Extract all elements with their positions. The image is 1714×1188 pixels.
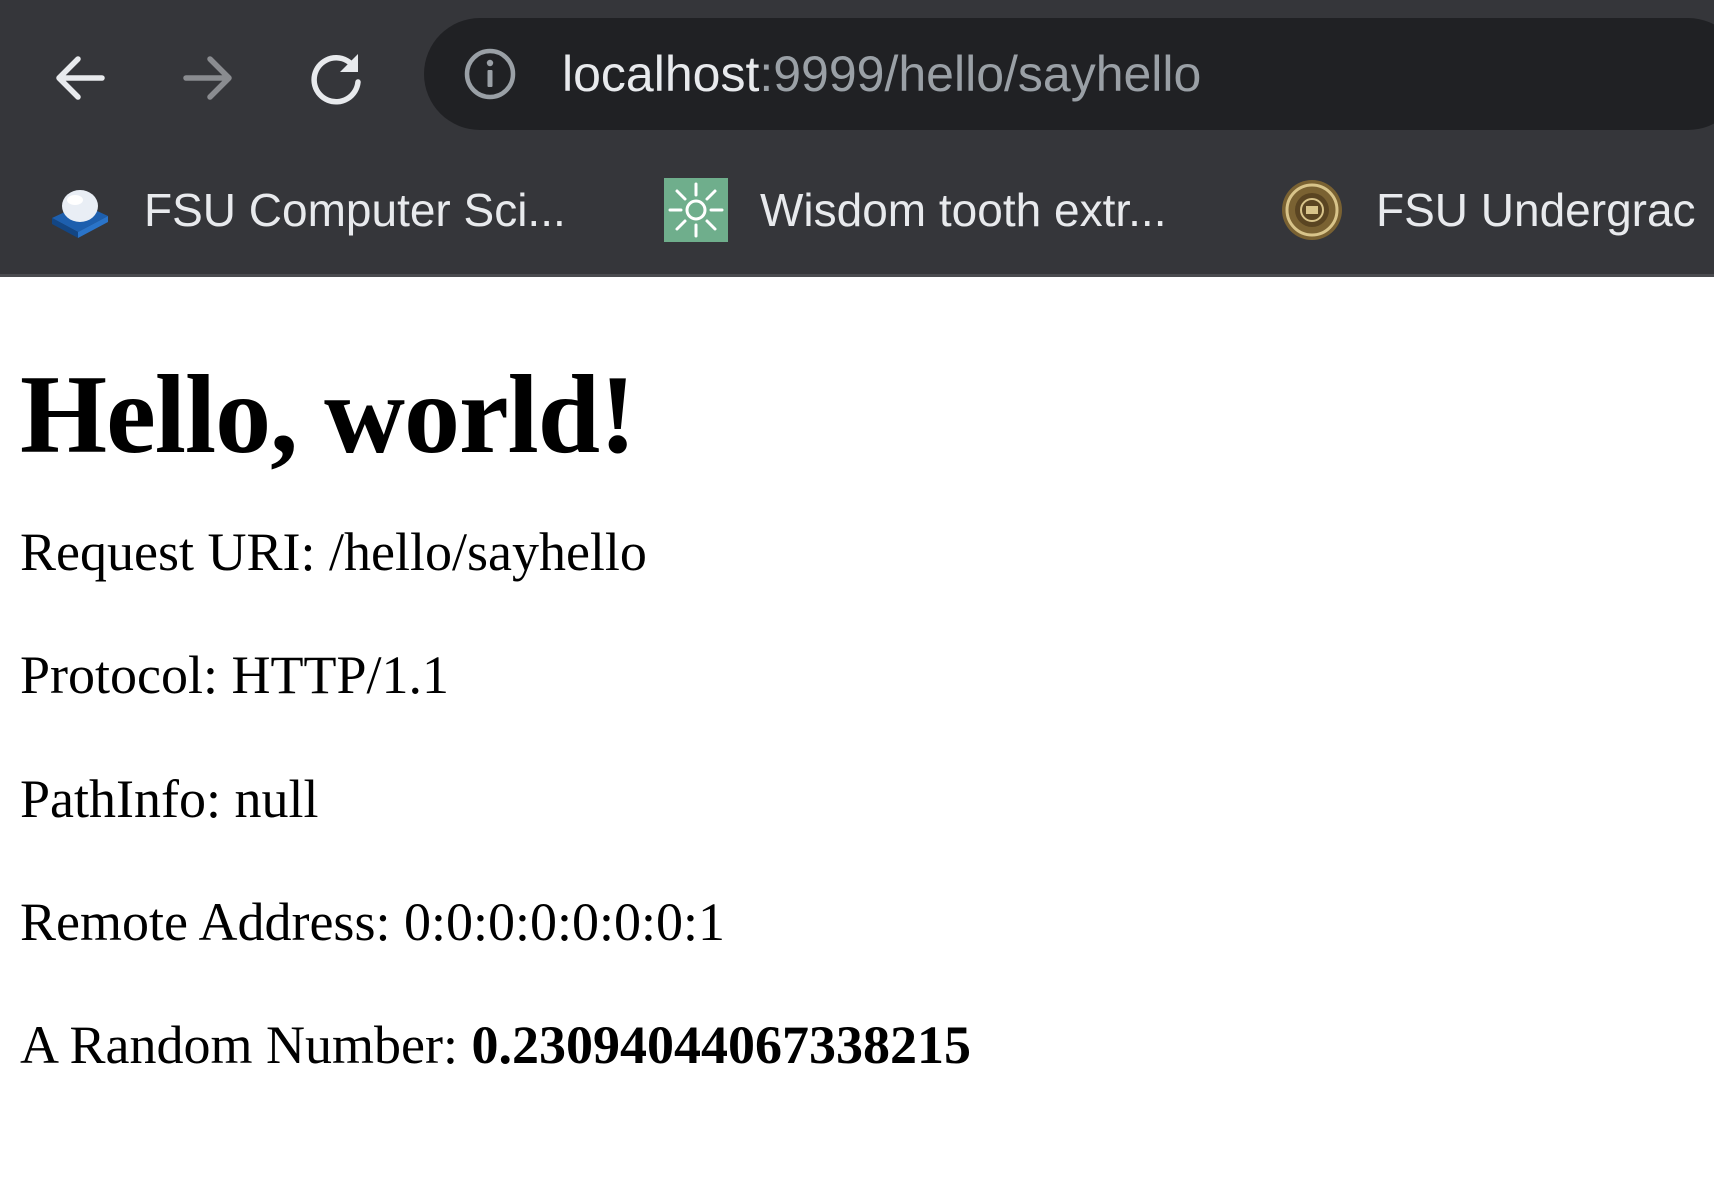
forward-button[interactable] <box>172 42 244 114</box>
remote-address-value: 0:0:0:0:0:0:0:1 <box>403 892 725 952</box>
remote-address-line: Remote Address: 0:0:0:0:0:0:0:1 <box>20 895 725 949</box>
random-number-value: 0.23094044067338215 <box>471 1015 971 1075</box>
browser-chrome: localhost:9999/hello/sayhello FSU Comput… <box>0 0 1714 277</box>
green-sunburst-icon <box>664 178 728 242</box>
request-uri-value: /hello/sayhello <box>328 522 647 582</box>
reload-icon <box>311 54 361 105</box>
address-bar[interactable]: localhost:9999/hello/sayhello <box>424 18 1714 130</box>
arrow-right-icon <box>183 56 232 100</box>
url-path: :9999/hello/sayhello <box>759 46 1202 102</box>
protocol-label: Protocol: <box>20 645 232 705</box>
blue-cube-icon <box>52 190 108 238</box>
remote-address-label: Remote Address: <box>20 892 404 952</box>
url-text[interactable]: localhost:9999/hello/sayhello <box>562 18 1201 130</box>
seal-icon <box>1282 180 1342 240</box>
random-number-line: A Random Number: 0.23094044067338215 <box>20 1018 971 1072</box>
bookmarks-bar: FSU Computer Sci... Wisdom tooth extr... <box>0 160 1714 260</box>
pathinfo-value: null <box>234 769 319 829</box>
bookmark-fsu-undergrad[interactable]: FSU Undergrac <box>1280 160 1696 260</box>
bookmark-wisdom-tooth[interactable]: Wisdom tooth extr... <box>664 160 1166 260</box>
back-button[interactable] <box>44 42 116 114</box>
arrow-left-icon <box>56 56 105 100</box>
pathinfo-label: PathInfo: <box>20 769 235 829</box>
page-content: Hello, world! Request URI: /hello/sayhel… <box>0 277 1714 1188</box>
protocol-value: HTTP/1.1 <box>231 645 450 705</box>
reload-button[interactable] <box>300 42 372 114</box>
pathinfo-line: PathInfo: null <box>20 772 319 826</box>
info-icon[interactable] <box>464 48 516 100</box>
request-uri-line: Request URI: /hello/sayhello <box>20 525 647 579</box>
browser-toolbar: localhost:9999/hello/sayhello <box>0 0 1714 148</box>
protocol-line: Protocol: HTTP/1.1 <box>20 648 449 702</box>
url-host: localhost <box>562 46 760 102</box>
bookmark-fsu-computer-science[interactable]: FSU Computer Sci... <box>48 160 566 260</box>
bookmark-label: FSU Computer Sci... <box>144 184 566 236</box>
bookmark-label: Wisdom tooth extr... <box>760 184 1167 236</box>
random-number-label: A Random Number: <box>20 1015 472 1075</box>
request-uri-label: Request URI: <box>20 522 329 582</box>
page-heading: Hello, world! <box>20 353 636 477</box>
bookmark-label: FSU Undergrac <box>1376 184 1696 236</box>
